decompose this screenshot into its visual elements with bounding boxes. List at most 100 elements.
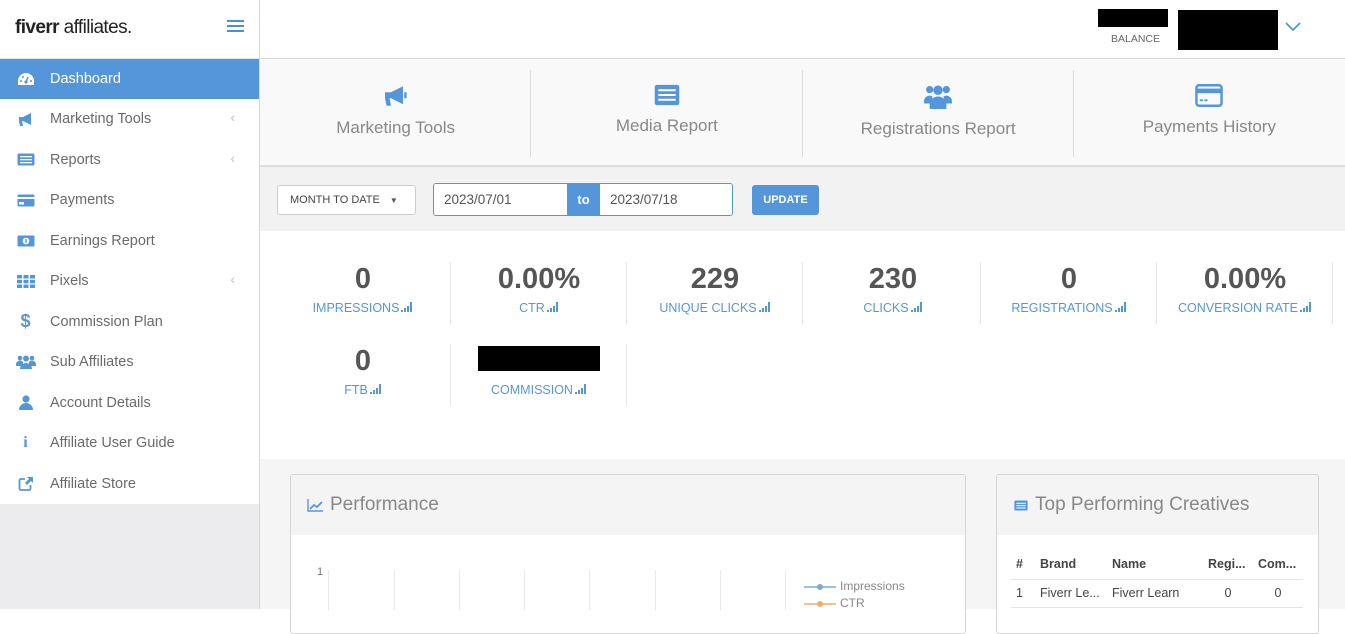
date-from-input[interactable]: [434, 184, 567, 215]
stat-label-link[interactable]: CONVERSION RATE: [1157, 301, 1333, 315]
sidebar-item-account-details[interactable]: Account Details: [0, 383, 259, 424]
grid-line: [459, 570, 460, 610]
quicklink-media-report[interactable]: Media Report: [531, 60, 802, 165]
sidebar-item-commission-plan[interactable]: $ Commission Plan: [0, 302, 259, 343]
stat-unique-clicks: 229 UNIQUE CLICKS: [627, 262, 803, 324]
sidebar-item-earnings-report[interactable]: Earnings Report: [0, 221, 259, 262]
sidebar-item-label: Earnings Report: [50, 233, 155, 249]
column-header[interactable]: Regi...: [1203, 549, 1253, 579]
bar-chart-icon: [547, 302, 559, 312]
sidebar-item-pixels[interactable]: Pixels ‹: [0, 261, 259, 302]
stat-label-link[interactable]: UNIQUE CLICKS: [627, 301, 803, 315]
caret-down-icon: ▼: [390, 196, 398, 205]
column-header[interactable]: #: [1011, 549, 1035, 579]
chevron-left-icon[interactable]: ‹: [230, 109, 235, 125]
legend-label: Impressions: [840, 578, 905, 595]
account-name-redacted: [1178, 10, 1278, 50]
stat-ftb: 0 FTB: [275, 344, 451, 406]
credit-card-icon: [1195, 84, 1223, 112]
stat-label-link[interactable]: COMMISSION: [451, 383, 627, 397]
stat-label-link[interactable]: IMPRESSIONS: [275, 301, 451, 315]
logo-bold: fiverr: [15, 17, 59, 38]
performance-chart: 1 Impressions CTR: [291, 535, 965, 634]
users-icon: [0, 355, 50, 369]
quicklink-marketing-tools[interactable]: Marketing Tools: [260, 60, 531, 165]
stat-label: FTB: [344, 383, 368, 397]
lower-section: Performance 1 Impressions CTR Top Perfor…: [260, 459, 1345, 609]
column-header[interactable]: Name: [1107, 549, 1203, 579]
sidebar-item-affiliate-store[interactable]: Affiliate Store: [0, 464, 259, 505]
bar-chart-icon: [1300, 302, 1312, 312]
creatives-table: # Brand Name Regi... Com... 1 Fiverr Le.…: [1011, 549, 1303, 608]
grid-icon: [0, 275, 50, 288]
stat-conversion-rate: 0.00% CONVERSION RATE: [1157, 262, 1333, 324]
bar-chart-icon: [911, 302, 923, 312]
bar-chart-icon: [370, 384, 382, 394]
stat-label: CLICKS: [863, 301, 908, 315]
panel-title: Performance: [330, 494, 439, 516]
table-row[interactable]: 1 Fiverr Le... Fiverr Learn 0 0: [1011, 579, 1303, 607]
stat-impressions: 0 IMPRESSIONS: [275, 262, 451, 324]
stat-clicks: 230 CLICKS: [805, 262, 981, 324]
stat-registrations: 0 REGISTRATIONS: [981, 262, 1157, 324]
balance-label: BALANCE: [1111, 33, 1160, 45]
date-to-input[interactable]: [600, 184, 732, 215]
grid-line: [589, 570, 590, 610]
quicklink-label: Media Report: [616, 116, 718, 136]
stat-label-link[interactable]: CLICKS: [805, 301, 981, 315]
stat-label: IMPRESSIONS: [313, 301, 400, 315]
sidebar-item-payments[interactable]: Payments: [0, 180, 259, 221]
cell-registrations: 0: [1203, 579, 1253, 607]
stat-value: 230: [805, 262, 981, 296]
grid-line: [655, 570, 656, 610]
list-icon: [1014, 500, 1028, 511]
users-icon: [924, 84, 952, 114]
stat-commission: COMMISSION: [451, 344, 627, 406]
column-header[interactable]: Com...: [1253, 549, 1303, 579]
quicklink-label: Registrations Report: [861, 119, 1016, 139]
y-axis-tick: 1: [317, 566, 323, 578]
legend-item-ctr[interactable]: CTR: [804, 595, 905, 612]
stat-label-link[interactable]: FTB: [275, 383, 451, 397]
line-chart-icon: [307, 499, 323, 512]
quicklink-registrations-report[interactable]: Registrations Report: [803, 60, 1074, 165]
sidebar-item-marketing-tools[interactable]: Marketing Tools ‹: [0, 99, 259, 140]
cell-rank: 1: [1011, 579, 1035, 607]
cell-brand: Fiverr Le...: [1035, 579, 1107, 607]
date-range-dropdown[interactable]: MONTH TO DATE ▼: [277, 185, 416, 215]
chevron-left-icon[interactable]: ‹: [230, 150, 235, 166]
sidebar-item-label: Account Details: [50, 395, 151, 411]
dollar-icon: $: [0, 311, 50, 332]
sidebar-item-label: Reports: [50, 152, 101, 168]
sidebar-item-reports[interactable]: Reports ‹: [0, 140, 259, 181]
logo[interactable]: fiverr affiliates.: [15, 17, 132, 39]
update-button[interactable]: UPDATE: [752, 185, 819, 215]
date-to-separator: to: [567, 184, 600, 215]
stat-label-link[interactable]: REGISTRATIONS: [981, 301, 1157, 315]
quick-links: Marketing Tools Media Report Registratio…: [260, 60, 1345, 167]
date-range-inputs: to: [433, 183, 733, 216]
grid-line: [394, 570, 395, 610]
quicklink-label: Payments History: [1143, 117, 1276, 137]
chevron-left-icon[interactable]: ‹: [230, 271, 235, 287]
bar-chart-icon: [401, 302, 413, 312]
stat-value: 0: [981, 262, 1157, 296]
grid-line: [720, 570, 721, 610]
stat-value: 229: [627, 262, 803, 296]
balance-value-redacted: [1098, 9, 1168, 27]
stat-label: COMMISSION: [491, 383, 573, 397]
grid-line: [785, 570, 786, 610]
sidebar-item-label: Pixels: [50, 273, 89, 289]
column-header[interactable]: Brand: [1035, 549, 1107, 579]
stat-label-link[interactable]: CTR: [451, 301, 627, 315]
external-link-icon: [0, 476, 50, 491]
sidebar-item-sub-affiliates[interactable]: Sub Affiliates: [0, 342, 259, 383]
menu-toggle-icon[interactable]: [227, 20, 244, 33]
sidebar-item-affiliate-user-guide[interactable]: i Affiliate User Guide: [0, 423, 259, 464]
legend-item-impressions[interactable]: Impressions: [804, 578, 905, 595]
chevron-down-icon[interactable]: [1285, 19, 1301, 37]
stat-ctr: 0.00% CTR: [451, 262, 627, 324]
sidebar-item-dashboard[interactable]: Dashboard: [0, 59, 259, 99]
quicklink-payments-history[interactable]: Payments History: [1074, 60, 1345, 165]
performance-panel: Performance 1 Impressions CTR: [290, 474, 966, 634]
